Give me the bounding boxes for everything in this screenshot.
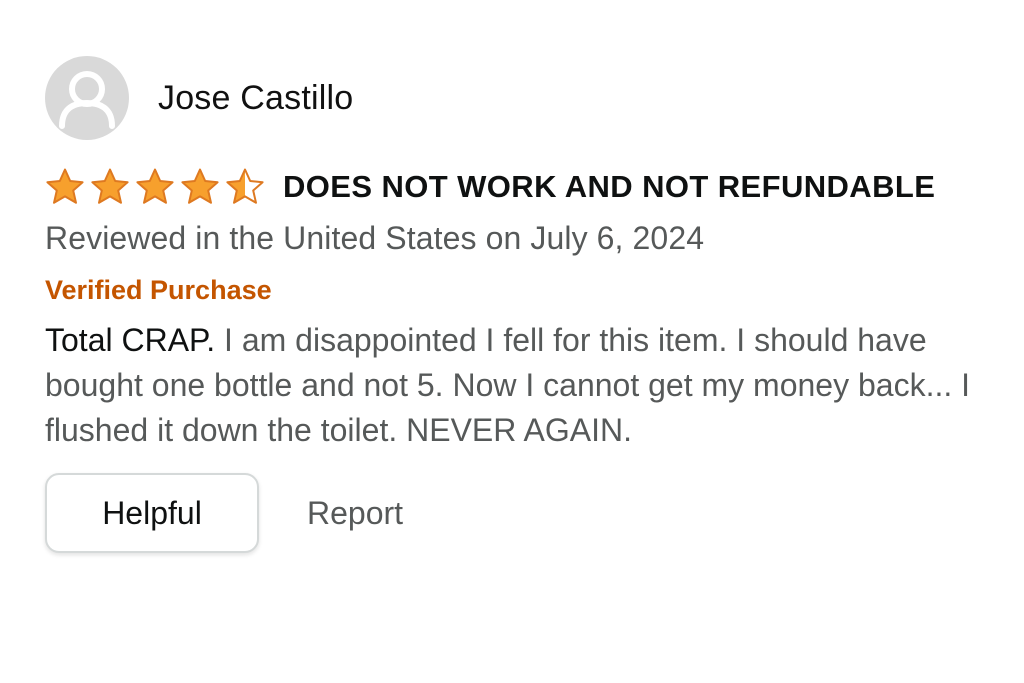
star-filled-icon [91, 168, 129, 204]
review-title[interactable]: DOES NOT WORK AND NOT REFUNDABLE [283, 169, 935, 205]
review-card: Jose Castillo DOES NOT WORK AND NOT REFU… [45, 55, 1010, 553]
star-filled-icon [46, 168, 84, 204]
user-silhouette-icon [59, 71, 115, 129]
report-link[interactable]: Report [307, 495, 403, 532]
review-actions: Helpful Report [45, 473, 1010, 553]
avatar [45, 56, 129, 140]
star-half-icon [226, 168, 264, 204]
helpful-button[interactable]: Helpful [45, 473, 259, 553]
verified-purchase-badge: Verified Purchase [45, 275, 272, 305]
rating-row: DOES NOT WORK AND NOT REFUNDABLE [45, 164, 1010, 210]
review-date: Reviewed in the United States on July 6,… [45, 220, 705, 256]
star-filled-icon [136, 168, 174, 204]
review-body-lead: Total CRAP. [45, 322, 216, 358]
review-body: Total CRAP. I am disappointed I fell for… [45, 318, 985, 453]
author-name[interactable]: Jose Castillo [158, 79, 353, 118]
star-rating[interactable] [45, 167, 270, 207]
author-row: Jose Castillo [45, 55, 1010, 141]
star-filled-icon [181, 168, 219, 204]
